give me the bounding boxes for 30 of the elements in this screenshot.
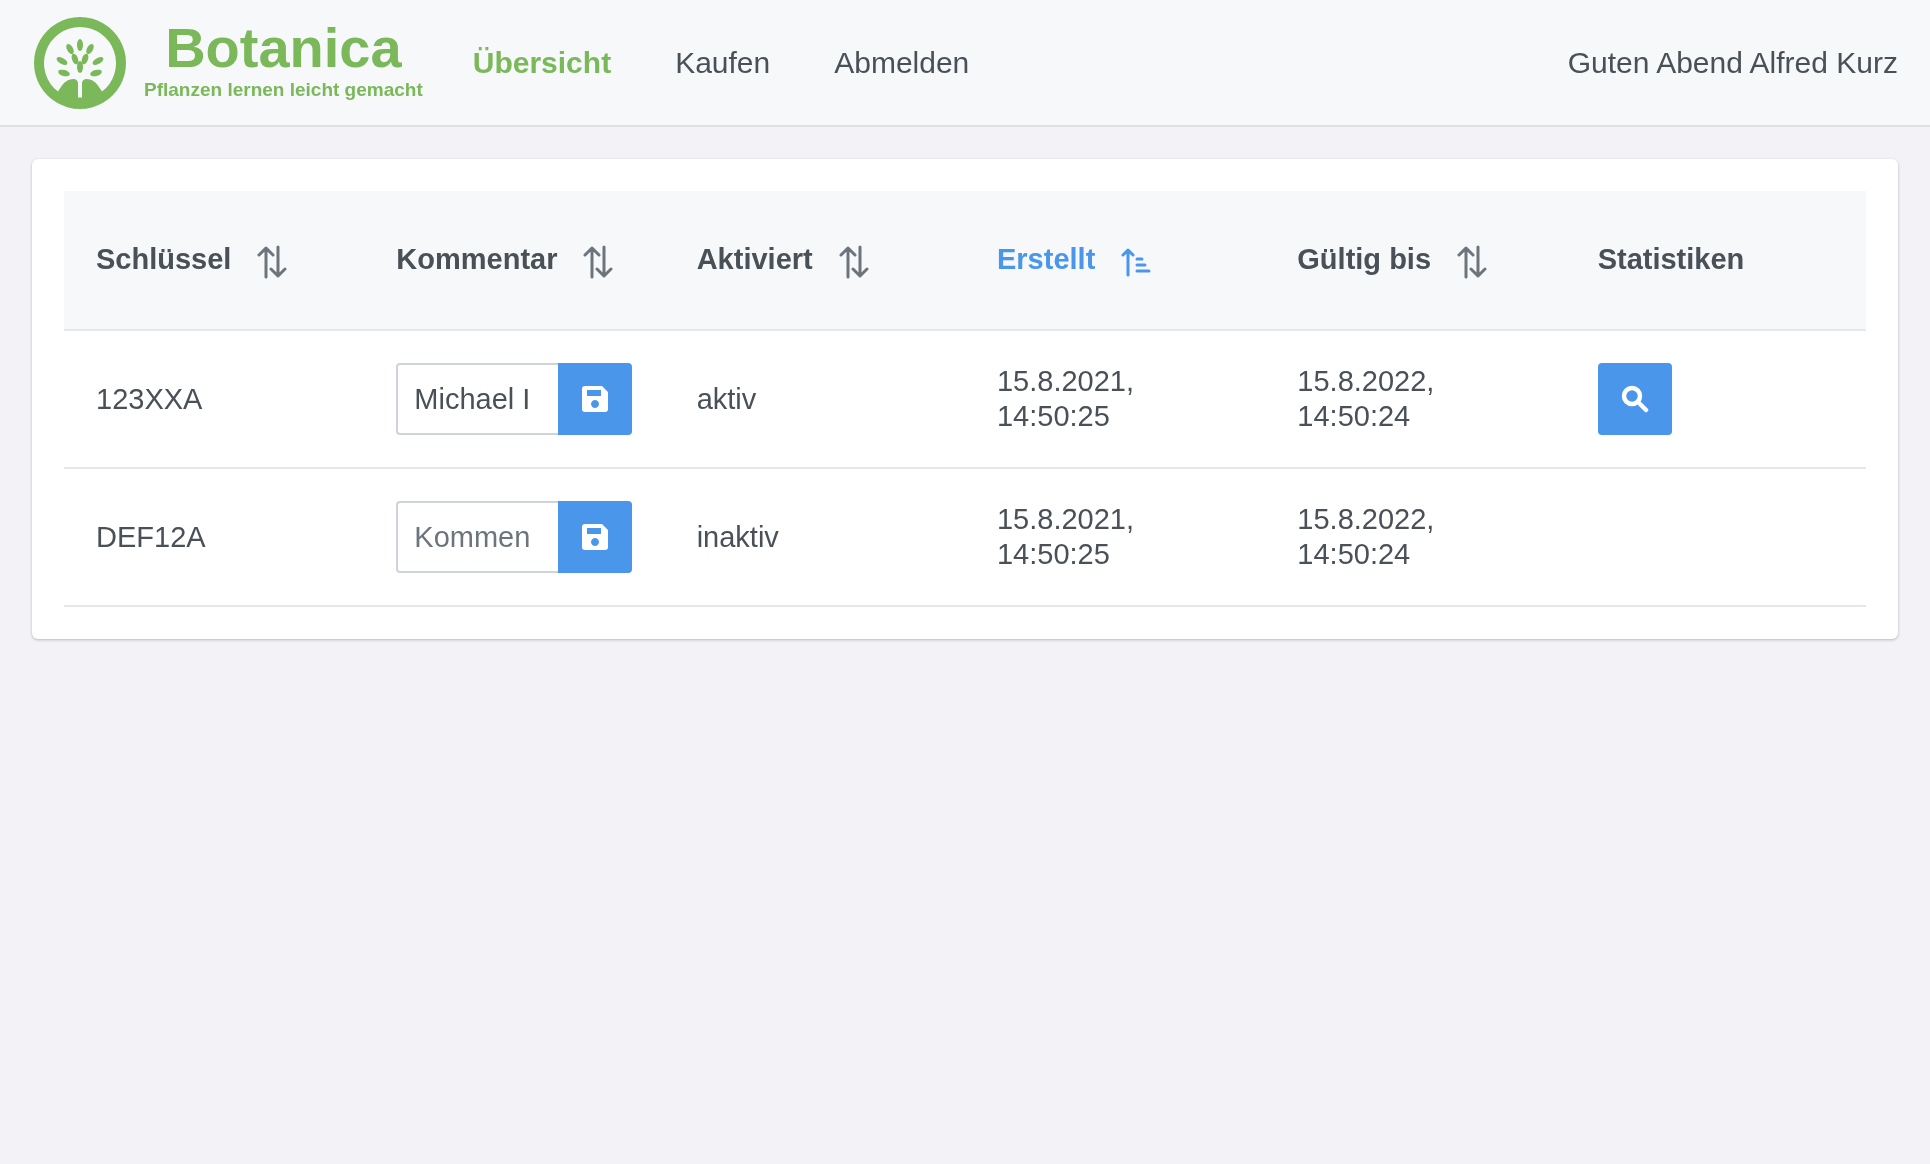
search-icon bbox=[1620, 385, 1649, 413]
comment-field[interactable]: Michael I bbox=[396, 363, 559, 435]
date-text: 15.8.2021, 14:50:25 bbox=[997, 365, 1135, 432]
statistics-button[interactable] bbox=[1597, 363, 1672, 435]
sort-arrows-icon[interactable] bbox=[583, 244, 614, 279]
sort-arrows-icon[interactable] bbox=[838, 244, 869, 279]
brand-tagline: Pflanzen lernen leicht gemacht bbox=[144, 78, 423, 103]
key-text: 123XXA bbox=[96, 382, 203, 415]
sort-arrows-icon[interactable] bbox=[1457, 244, 1488, 279]
status-text: aktiv bbox=[696, 382, 757, 415]
date-text: 15.8.2022, 14:50:24 bbox=[1297, 503, 1435, 570]
key-text: DEF12A bbox=[96, 520, 206, 553]
nav-link[interactable]: Abmelden bbox=[834, 40, 970, 85]
sort-ascending-icon[interactable] bbox=[1121, 246, 1152, 277]
column-header[interactable]: Schlüssel bbox=[96, 243, 232, 276]
sort-arrows-icon[interactable] bbox=[257, 244, 288, 279]
column-header[interactable]: Gültig bis bbox=[1297, 243, 1432, 276]
greeting-text: Guten Abend Alfred Kurz bbox=[1567, 45, 1898, 81]
brand-name: Botanica bbox=[165, 20, 402, 77]
save-button[interactable] bbox=[558, 363, 633, 435]
date-text: 15.8.2021, 14:50:25 bbox=[997, 503, 1135, 570]
save-button[interactable] bbox=[558, 501, 633, 573]
nav-link[interactable]: Kaufen bbox=[675, 40, 771, 85]
column-header[interactable]: Aktiviert bbox=[696, 243, 813, 276]
status-text: inaktiv bbox=[696, 520, 779, 553]
comment-field[interactable]: Kommen bbox=[396, 501, 559, 573]
column-header[interactable]: Kommentar bbox=[396, 243, 558, 276]
tree-logo-icon bbox=[32, 14, 128, 111]
column-header: Statistiken bbox=[1597, 243, 1745, 276]
date-text: 15.8.2022, 14:50:24 bbox=[1297, 365, 1435, 432]
